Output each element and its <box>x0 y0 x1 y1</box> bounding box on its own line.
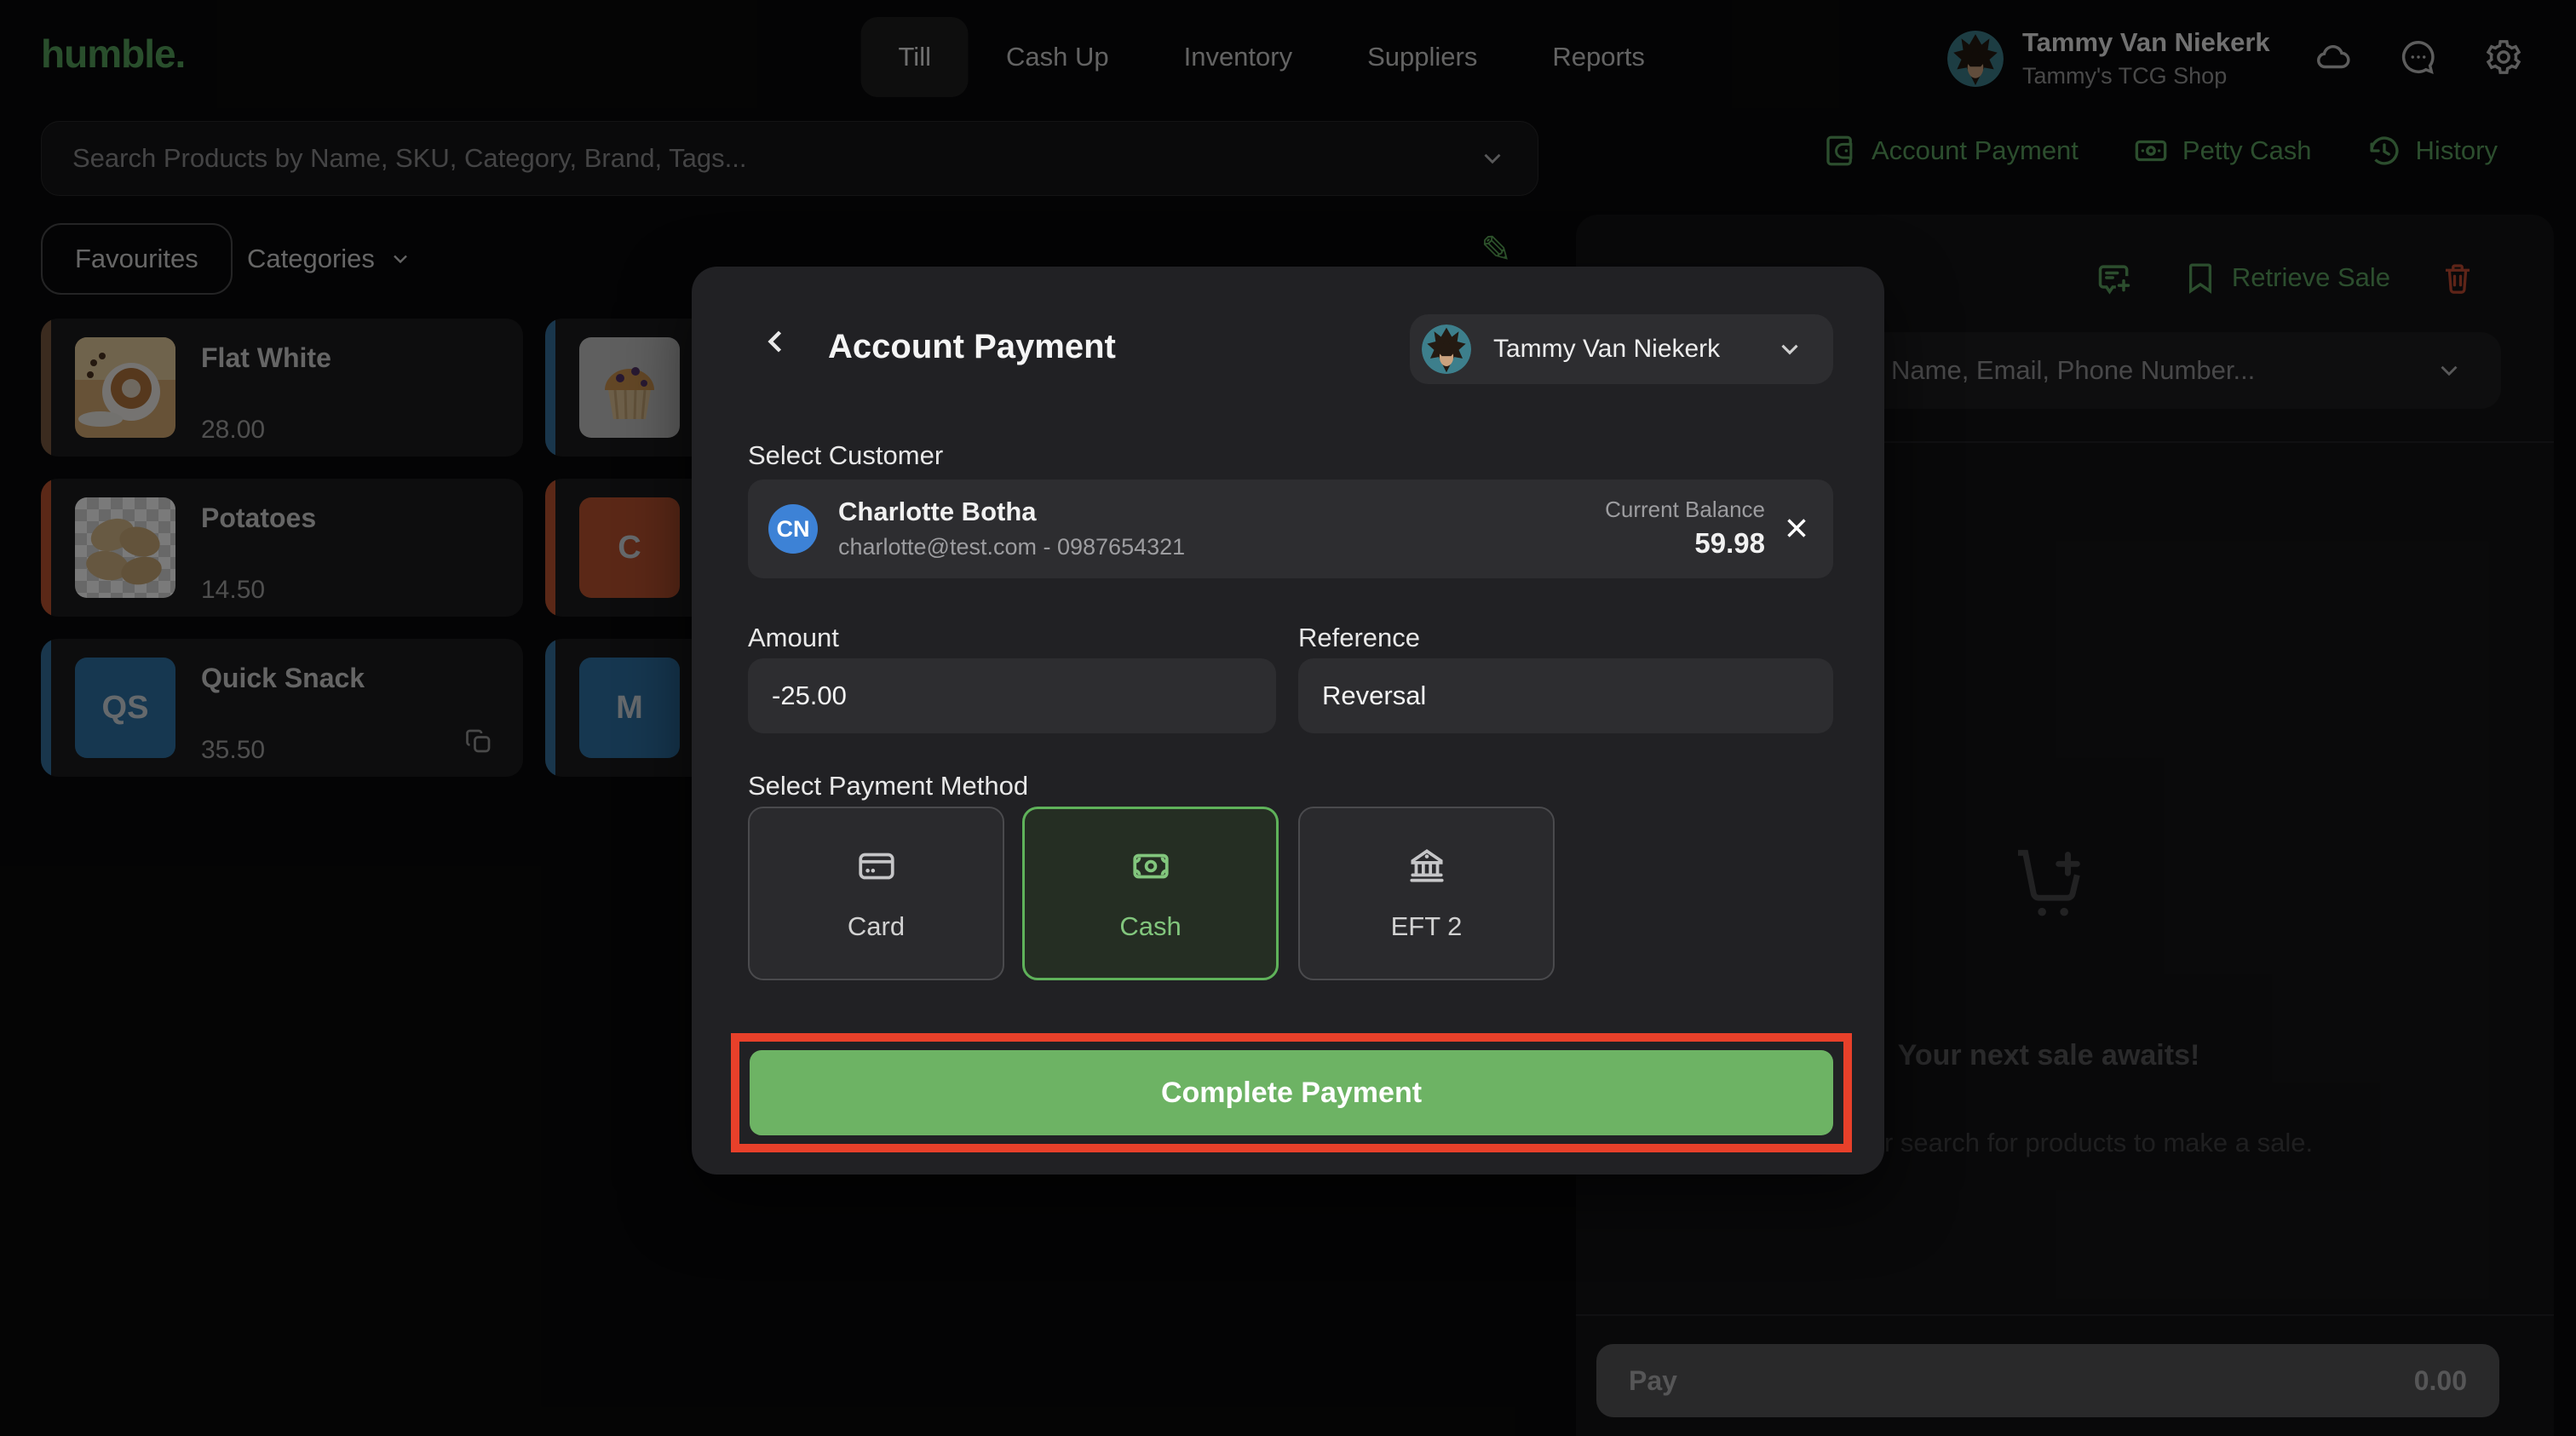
payment-method-cash[interactable]: Cash <box>1022 807 1279 980</box>
amount-input[interactable] <box>748 658 1276 733</box>
credit-card-icon <box>855 845 898 887</box>
payment-method-label: Cash <box>1119 911 1182 941</box>
amount-label: Amount <box>748 623 839 652</box>
select-customer-label: Select Customer <box>748 440 944 470</box>
customer-initials-avatar: CN <box>768 504 818 554</box>
payment-method-label: EFT 2 <box>1390 911 1463 941</box>
complete-payment-button[interactable]: Complete Payment <box>750 1050 1833 1135</box>
cashier-name: Tammy Van Niekerk <box>1493 335 1721 363</box>
cashier-dropdown[interactable]: Tammy Van Niekerk <box>1410 314 1833 384</box>
back-chevron-icon[interactable] <box>756 323 794 360</box>
chevron-down-icon <box>1775 335 1804 364</box>
annotation-highlight-box: Complete Payment <box>731 1033 1852 1152</box>
banknote-icon <box>1130 845 1172 887</box>
close-icon[interactable] <box>1780 512 1813 544</box>
customer-name: Charlotte Botha <box>838 497 1037 526</box>
reference-input[interactable] <box>1298 658 1833 733</box>
current-balance-value: 59.98 <box>1694 527 1765 559</box>
account-payment-modal: Account Payment Tammy Van Niekerk Select… <box>692 267 1884 1175</box>
bank-icon <box>1406 845 1448 887</box>
payment-method-card[interactable]: Card <box>748 807 1004 980</box>
payment-method-eft-2[interactable]: EFT 2 <box>1298 807 1555 980</box>
reference-label: Reference <box>1298 623 1421 652</box>
payment-method-label: Card <box>847 911 906 941</box>
current-balance-label: Current Balance <box>1605 497 1765 522</box>
avatar <box>1422 325 1471 374</box>
modal-title: Account Payment <box>828 328 1116 365</box>
select-payment-method-label: Select Payment Method <box>748 771 1029 801</box>
customer-contact: charlotte@test.com - 0987654321 <box>838 534 1186 560</box>
selected-customer-card: CN Charlotte Botha charlotte@test.com - … <box>748 480 1833 578</box>
